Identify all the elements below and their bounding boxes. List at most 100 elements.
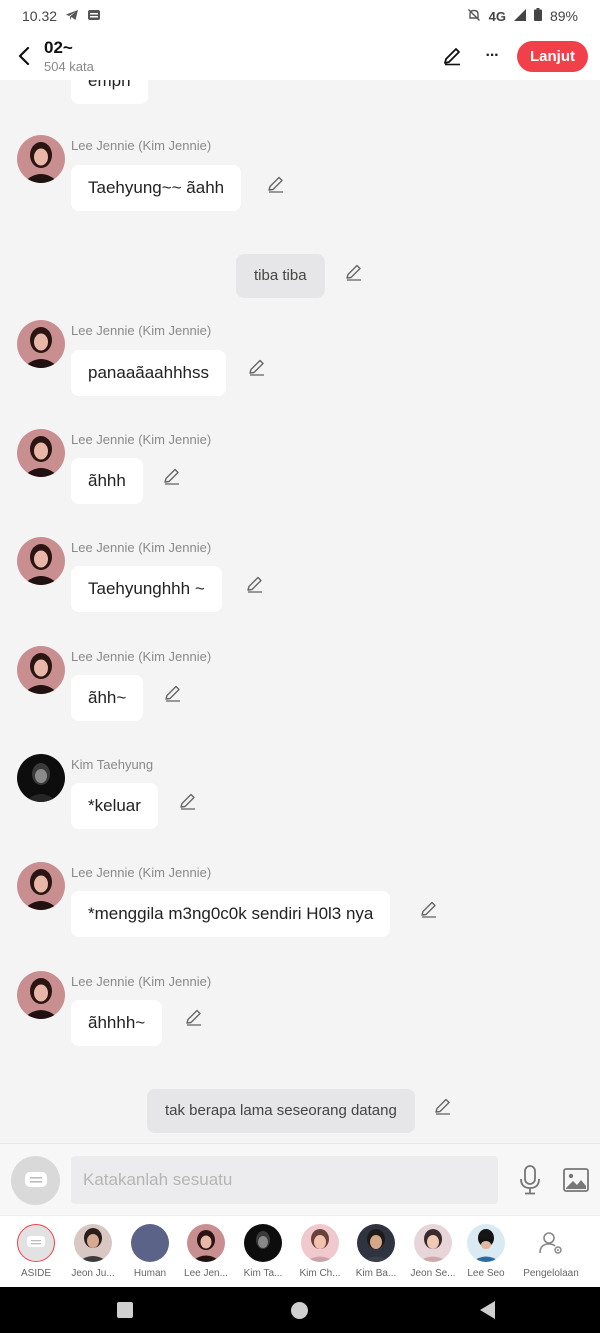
message-bubble[interactable]: ãhhhh~ [71,1000,163,1046]
sender-name: Lee Jennie (Kim Jennie) [71,138,212,153]
avatar-jennie[interactable] [17,320,65,368]
character-label: Lee Seo [467,1268,505,1279]
character-lee-seo[interactable]: Lee Seo [458,1224,514,1279]
avatar [187,1224,225,1262]
character-aside[interactable]: ASIDE [8,1224,64,1279]
network-label: 4G [488,8,506,24]
edit-message-icon[interactable] [163,683,183,703]
avatar-jennie[interactable] [17,971,65,1019]
message-bubble[interactable]: panaaãaahhhss [71,350,227,396]
character-label: Pengelolaan [523,1268,579,1279]
message-bubble[interactable]: *menggila m3ng0c0k sendiri H0l3 nya [71,891,391,937]
character-human[interactable]: Human [122,1224,178,1279]
voice-input-button[interactable] [514,1162,546,1198]
more-options-button[interactable]: ··· [477,41,507,71]
message-input[interactable] [71,1156,498,1204]
edit-message-icon[interactable] [419,899,439,919]
avatar [414,1224,452,1262]
chat-mode-button[interactable] [11,1156,60,1205]
chevron-left-icon [18,47,30,65]
edit-message-icon[interactable] [433,1096,453,1116]
message-bubble[interactable]: ãhhh [71,458,143,504]
sender-name: Lee Jennie (Kim Jennie) [71,649,212,664]
sender-name: Lee Jennie (Kim Jennie) [71,540,212,555]
character-label: ASIDE [20,1268,51,1279]
edit-story-button[interactable] [437,41,467,71]
avatar [244,1224,282,1262]
image-upload-button[interactable] [560,1164,592,1196]
sender-name: Kim Taehyung [71,757,154,772]
pencil-icon [444,48,460,66]
character-label: Human [133,1268,167,1279]
avatar-taehyung[interactable] [17,754,65,802]
character-label: Lee Jen... [184,1268,228,1279]
character-kim-ba[interactable]: Kim Ba... [348,1224,404,1279]
recents-button[interactable] [117,1302,133,1318]
narration-bubble[interactable]: tiba tiba [236,254,325,298]
sender-name: Lee Jennie (Kim Jennie) [71,432,212,447]
user-settings-icon [532,1224,570,1262]
composer-bar [0,1143,600,1215]
avatar-jennie[interactable] [17,537,65,585]
message-bubble[interactable]: empn [71,80,148,104]
avatar-jennie[interactable] [17,135,65,183]
battery-percent: 89% [549,8,578,24]
avatar-jennie[interactable] [17,429,65,477]
back-nav-button[interactable] [480,1301,495,1319]
battery-icon [533,8,542,24]
message-bubble[interactable]: Taehyunghhh ~ [71,566,222,612]
sender-name: Lee Jennie (Kim Jennie) [71,865,212,880]
word-count: 504 kata [44,58,94,74]
screen: 10.32 4G 89% 02~ 504 kata ··· Lanjut emp… [0,0,600,1333]
system-nav-bar [0,1287,600,1333]
character-jeon-ju[interactable]: Jeon Ju... [65,1224,121,1279]
avatar-jennie[interactable] [17,646,65,694]
chat-bubble-icon [24,1171,47,1187]
avatar [357,1224,395,1262]
back-button[interactable] [10,36,38,76]
continue-button[interactable]: Lanjut [517,40,588,72]
mute-bell-icon [467,8,481,25]
status-time: 10.32 [22,8,58,24]
aside-icon [17,1224,55,1262]
page-title: 02~ [44,37,73,57]
avatar [301,1224,339,1262]
edit-message-icon[interactable] [266,174,286,194]
sender-name: Lee Jennie (Kim Jennie) [71,974,212,989]
character-kim-taehyung[interactable]: Kim Ta... [235,1224,291,1279]
message-bubble[interactable]: ãhh~ [71,675,144,721]
character-label: Kim Ta... [243,1268,283,1279]
edit-message-icon[interactable] [162,466,182,486]
character-kim-ch[interactable]: Kim Ch... [292,1224,348,1279]
message-bubble[interactable]: Taehyung~~ ãahh [71,165,242,211]
character-jeon-se[interactable]: Jeon Se... [405,1224,461,1279]
home-button[interactable] [291,1302,308,1319]
more-dots-icon: ··· [485,47,500,64]
image-icon [563,1168,589,1192]
avatar [467,1224,505,1262]
avatar-jennie[interactable] [17,862,65,910]
character-label: Jeon Ju... [71,1268,115,1279]
edit-message-icon[interactable] [245,574,265,594]
sender-name: Lee Jennie (Kim Jennie) [71,323,212,338]
status-bar: 10.32 4G 89% [0,0,600,32]
character-lee-jennie[interactable]: Lee Jen... [178,1224,234,1279]
message-bubble[interactable]: *keluar [71,783,158,829]
signal-icon [513,8,526,24]
microphone-icon [520,1165,540,1195]
character-label: Kim Ba... [355,1268,397,1279]
character-label: Jeon Se... [410,1268,456,1279]
chat-header: 02~ 504 kata ··· Lanjut [0,32,600,80]
edit-message-icon[interactable] [247,357,267,377]
telegram-icon [65,8,79,24]
narration-bubble[interactable]: tak berapa lama seseorang datang [147,1089,415,1133]
edit-message-icon[interactable] [178,791,198,811]
chat-list[interactable]: empn Lee Jennie (Kim Jennie) Taehyung~~ … [0,80,600,1143]
manage-characters-button[interactable]: Pengelolaan [516,1224,586,1279]
edit-message-icon[interactable] [184,1007,204,1027]
avatar [74,1224,112,1262]
character-bar: ASIDE Jeon Ju... Human Lee Jen... Kim Ta… [0,1215,600,1287]
character-label: Kim Ch... [299,1268,341,1279]
app-notification-icon [87,8,101,24]
edit-message-icon[interactable] [344,262,364,282]
